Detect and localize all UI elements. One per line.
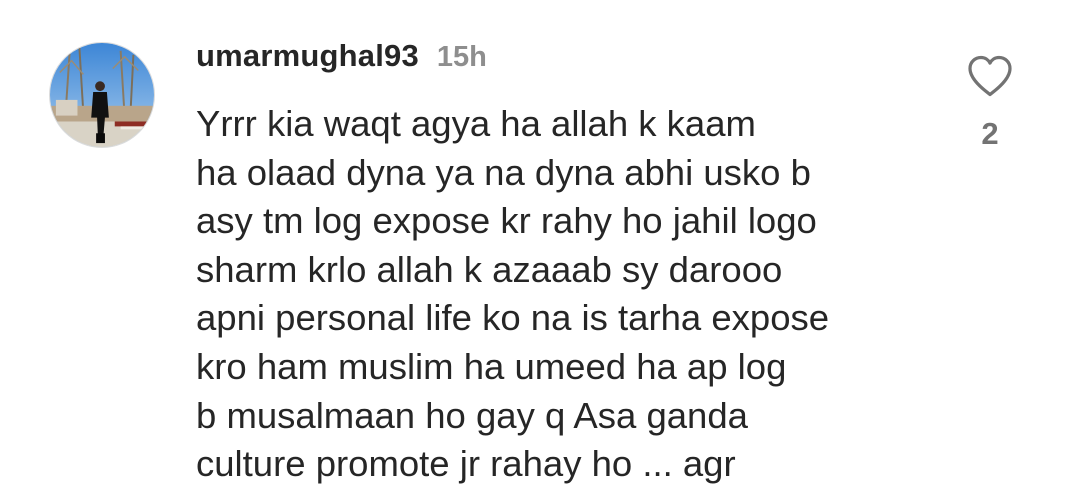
username[interactable]: umarmughal93 — [196, 38, 419, 74]
like-area: 2 — [962, 54, 1018, 164]
like-count: 2 — [981, 116, 999, 151]
comment-text: Yrrr kia waqt agya ha allah k kaam ha ol… — [196, 103, 830, 485]
heart-icon[interactable] — [966, 54, 1014, 98]
avatar[interactable] — [49, 42, 155, 148]
comment-item: umarmughal93 15h Yrrr kia waqt agya ha a… — [0, 0, 1080, 494]
timestamp: 15h — [436, 41, 487, 73]
avatar-photo — [50, 43, 154, 147]
comment-header: umarmughal93 15h — [196, 38, 487, 78]
